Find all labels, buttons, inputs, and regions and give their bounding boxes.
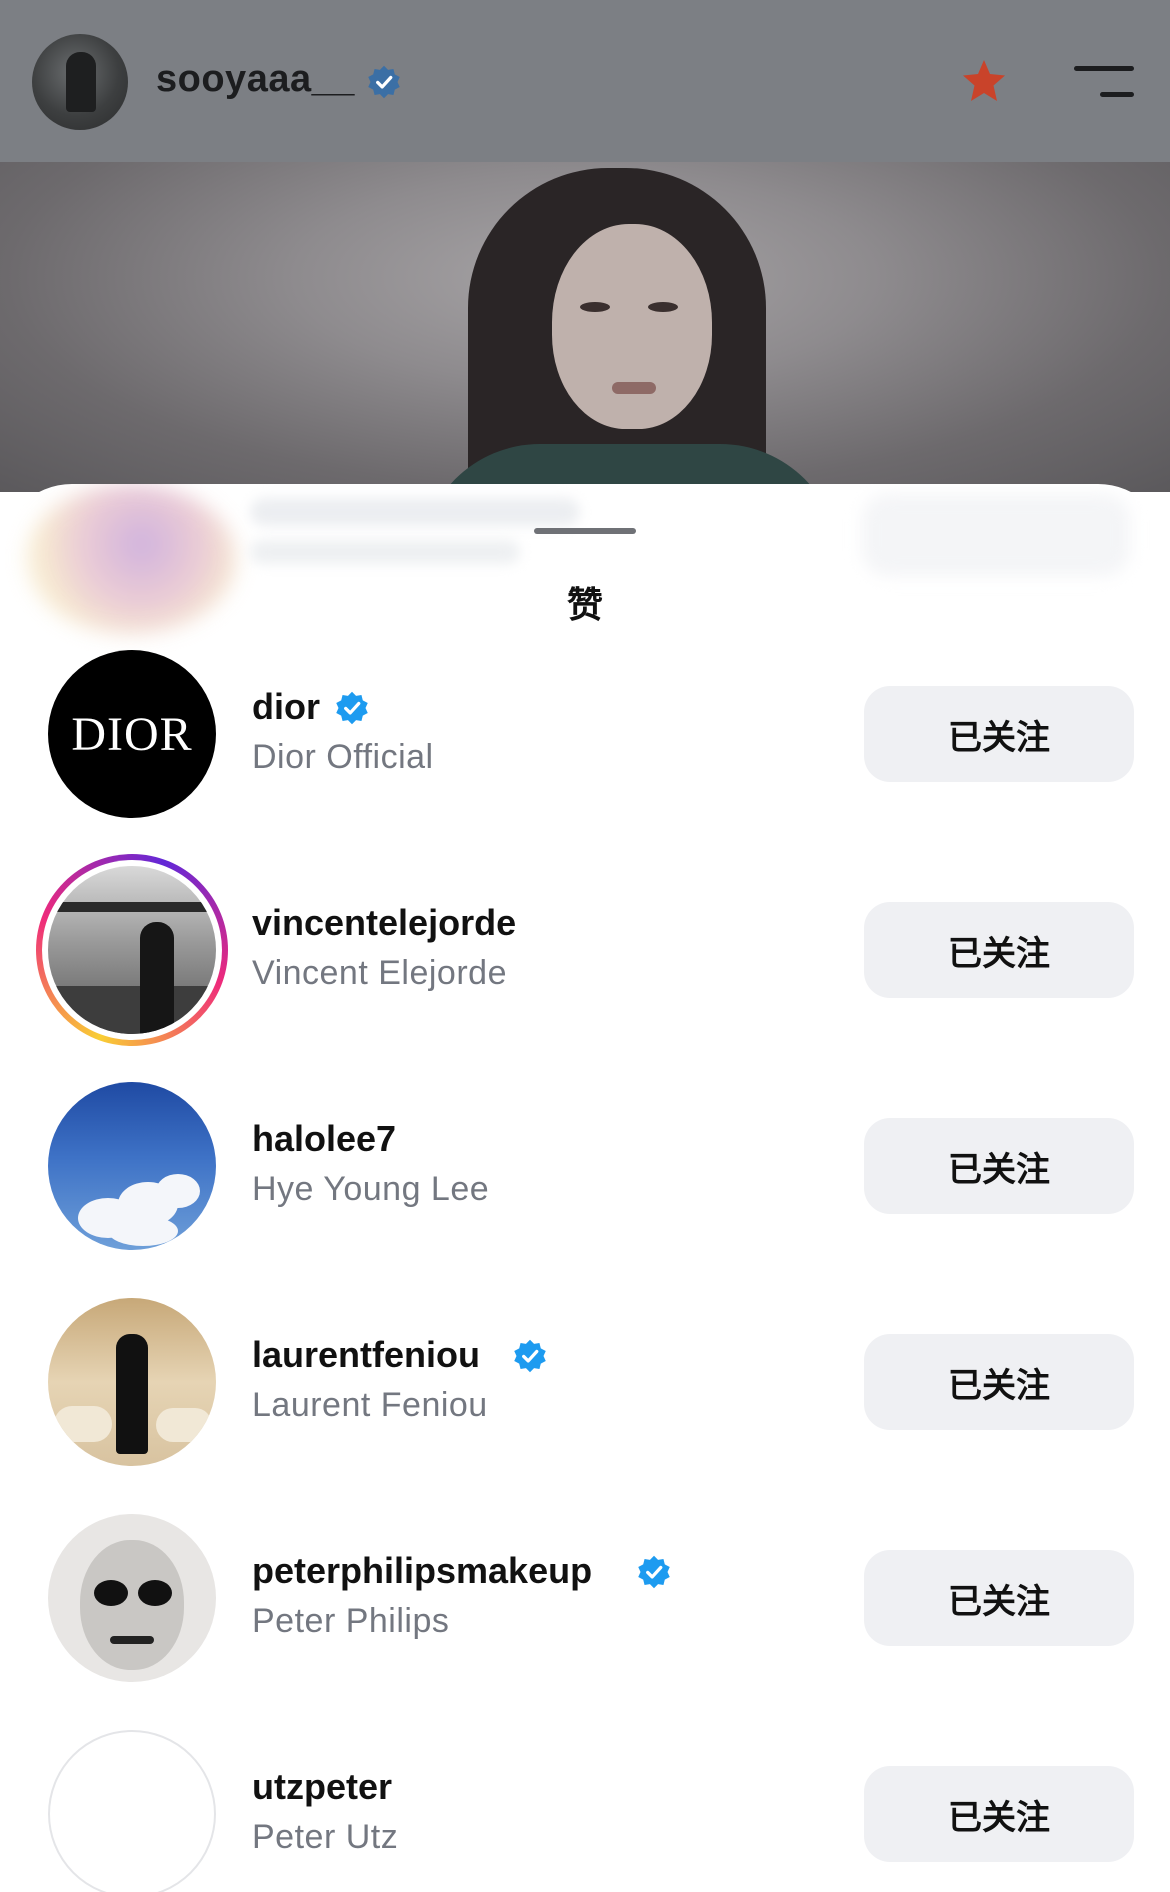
full-name: Peter Philips — [252, 1602, 450, 1640]
profile-avatar[interactable] — [32, 34, 128, 130]
profile-username[interactable]: sooyaaa__ — [156, 58, 355, 101]
verified-badge-icon — [368, 65, 400, 99]
following-button[interactable]: 已关注 — [864, 686, 1134, 782]
username[interactable]: peterphilipsmakeup — [252, 1550, 592, 1592]
full-name: Laurent Feniou — [252, 1386, 488, 1424]
menu-icon[interactable] — [1074, 64, 1134, 98]
list-item[interactable]: DIOR dior Dior Official 已关注 — [0, 650, 1170, 866]
sheet-title: 赞 — [566, 585, 603, 626]
list-item[interactable]: laurentfeniou Laurent Feniou 已关注 — [0, 1298, 1170, 1514]
username[interactable]: utzpeter — [252, 1766, 392, 1808]
list-item[interactable]: utzpeter Peter Utz 已关注 — [0, 1730, 1170, 1892]
avatar[interactable] — [48, 1298, 216, 1466]
star-icon[interactable] — [960, 58, 1008, 104]
sheet-drag-handle[interactable] — [534, 528, 636, 534]
avatar[interactable]: DIOR — [48, 650, 216, 818]
following-button[interactable]: 已关注 — [864, 1118, 1134, 1214]
username[interactable]: halolee7 — [252, 1118, 396, 1160]
full-name: Vincent Elejorde — [252, 954, 507, 992]
username[interactable]: dior — [252, 686, 320, 728]
avatar[interactable] — [48, 1730, 216, 1892]
following-button[interactable]: 已关注 — [864, 1334, 1134, 1430]
post-photo — [0, 162, 1170, 492]
verified-badge-icon — [638, 1555, 670, 1589]
username[interactable]: vincentelejorde — [252, 902, 516, 944]
following-button[interactable]: 已关注 — [864, 1550, 1134, 1646]
verified-badge-icon — [514, 1339, 546, 1373]
full-name: Dior Official — [252, 738, 434, 776]
avatar[interactable] — [48, 866, 216, 1034]
full-name: Peter Utz — [252, 1818, 399, 1856]
list-item[interactable]: peterphilipsmakeup Peter Philips 已关注 — [0, 1514, 1170, 1730]
username[interactable]: laurentfeniou — [252, 1334, 480, 1376]
verified-badge-icon — [336, 691, 368, 725]
likes-sheet: 赞 DIOR dior Dior Official 已关注 vincentele… — [0, 484, 1170, 1892]
following-button[interactable]: 已关注 — [864, 902, 1134, 998]
avatar[interactable] — [48, 1082, 216, 1250]
profile-header: sooyaaa__ — [0, 0, 1170, 162]
full-name: Hye Young Lee — [252, 1170, 490, 1208]
list-item[interactable]: vincentelejorde Vincent Elejorde 已关注 — [0, 854, 1170, 1082]
avatar[interactable] — [48, 1514, 216, 1682]
list-item[interactable]: halolee7 Hye Young Lee 已关注 — [0, 1082, 1170, 1298]
following-button[interactable]: 已关注 — [864, 1766, 1134, 1862]
